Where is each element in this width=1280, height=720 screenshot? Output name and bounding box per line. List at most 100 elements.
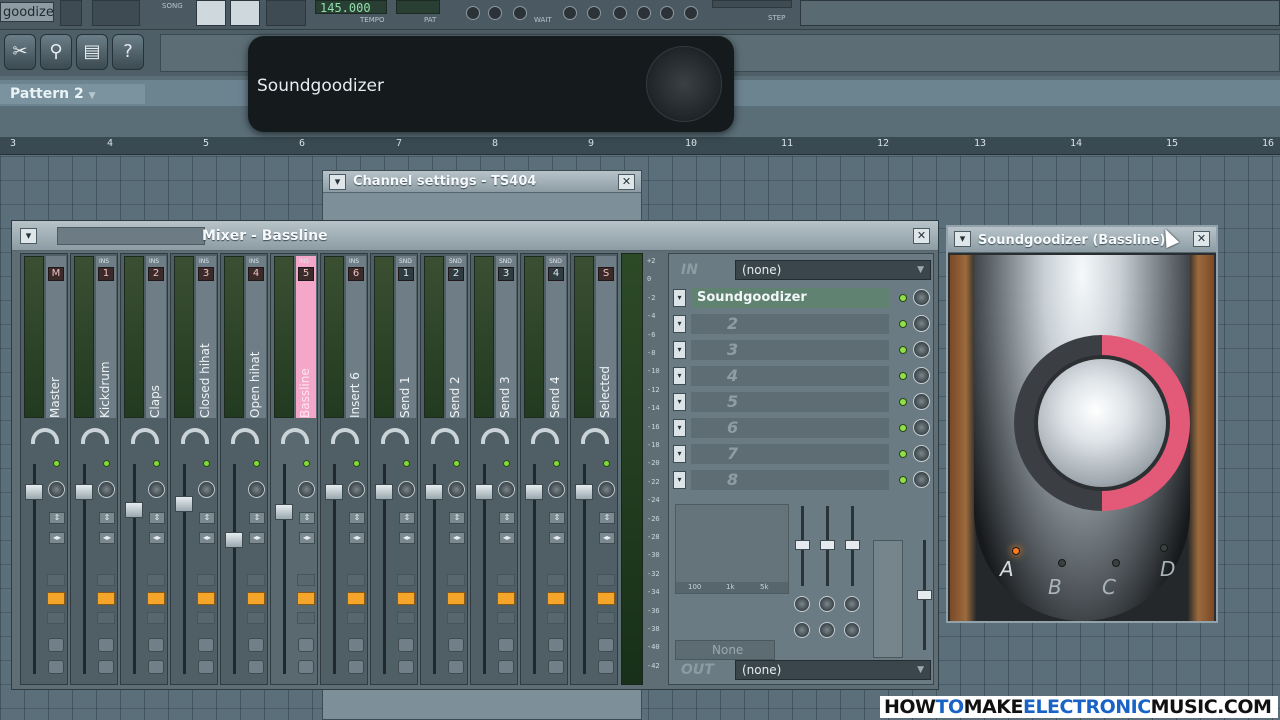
track-name[interactable]: Open hihat	[244, 278, 266, 418]
reverse-polarity-icon[interactable]: ◂▸	[499, 532, 515, 544]
send-slot[interactable]	[547, 574, 565, 586]
fx-slot-name[interactable]: 7	[691, 444, 889, 464]
swap-arrows-icon[interactable]: ⇕	[249, 512, 265, 524]
swap-arrows-icon[interactable]: ⇕	[349, 512, 365, 524]
send-slot[interactable]	[597, 574, 615, 586]
reverse-polarity-icon[interactable]: ◂▸	[349, 532, 365, 544]
pan-knob[interactable]	[531, 428, 559, 444]
slot-mix-knob[interactable]	[913, 315, 930, 332]
fx-indicator[interactable]	[97, 612, 115, 624]
track-enable-led[interactable]	[203, 460, 210, 467]
stereo-separation-knob[interactable]	[598, 481, 615, 498]
close-icon[interactable]: ✕	[913, 228, 930, 244]
fx-slot-name[interactable]: 5	[691, 392, 889, 412]
stereo-separation-knob[interactable]	[148, 481, 165, 498]
swap-arrows-icon[interactable]: ⇕	[399, 512, 415, 524]
send-slot[interactable]	[47, 574, 65, 586]
multilink-icon[interactable]	[613, 6, 627, 20]
fx-indicator[interactable]	[347, 612, 365, 624]
eq-bandwidth-knob[interactable]	[794, 622, 810, 638]
slot-mix-fader[interactable]	[917, 540, 932, 650]
slot-mix-knob[interactable]	[913, 289, 930, 306]
route-indicator[interactable]	[397, 592, 415, 605]
fx-indicator[interactable]	[297, 612, 315, 624]
slot-enable-led[interactable]	[899, 372, 907, 380]
disk-icon[interactable]	[98, 638, 114, 652]
slot-enable-led[interactable]	[899, 450, 907, 458]
swap-arrows-icon[interactable]: ⇕	[599, 512, 615, 524]
disk-icon[interactable]	[148, 638, 164, 652]
step-edit-icon[interactable]	[513, 6, 527, 20]
fx-indicator[interactable]	[497, 612, 515, 624]
track-enable-led[interactable]	[103, 460, 110, 467]
pan-knob[interactable]	[281, 428, 309, 444]
track-enable-led[interactable]	[553, 460, 560, 467]
mixer-track[interactable]: SND 1 Send 1 ⇕ ◂▸	[370, 253, 418, 685]
volume-fader[interactable]	[75, 484, 93, 500]
step-icon[interactable]	[684, 6, 698, 20]
fx-slot-name[interactable]: Soundgoodizer	[691, 288, 889, 308]
record-arm-icon[interactable]	[148, 660, 164, 674]
fx-slot-name[interactable]: 3	[691, 340, 889, 360]
metronome-icon[interactable]	[466, 6, 480, 20]
eq-freq-knob[interactable]	[794, 596, 810, 612]
pan-knob[interactable]	[131, 428, 159, 444]
close-icon[interactable]: ✕	[1193, 231, 1210, 247]
reverse-polarity-icon[interactable]: ◂▸	[399, 532, 415, 544]
search-icon[interactable]: ⚲	[40, 34, 72, 70]
send-slot[interactable]	[297, 574, 315, 586]
reverse-polarity-icon[interactable]: ◂▸	[149, 532, 165, 544]
pan-knob[interactable]	[231, 428, 259, 444]
record-arm-icon[interactable]	[398, 660, 414, 674]
fx-indicator[interactable]	[247, 612, 265, 624]
fx-slot[interactable]: ▾ 4	[671, 364, 933, 388]
window-menu-icon[interactable]: ▾	[329, 174, 346, 190]
slot-menu-icon[interactable]: ▾	[673, 367, 686, 385]
eq-freq-knob[interactable]	[844, 596, 860, 612]
route-indicator[interactable]	[347, 592, 365, 605]
record-arm-icon[interactable]	[248, 660, 264, 674]
track-enable-led[interactable]	[53, 460, 60, 467]
stereo-separation-knob[interactable]	[48, 481, 65, 498]
record-arm-icon[interactable]	[548, 660, 564, 674]
volume-fader[interactable]	[25, 484, 43, 500]
track-enable-led[interactable]	[253, 460, 260, 467]
eq-mid-fader[interactable]	[820, 506, 835, 586]
disk-icon[interactable]	[298, 638, 314, 652]
pan-knob[interactable]	[481, 428, 509, 444]
timeline-ruler[interactable]: 3 4 5 6 7 8 9 10 11 12 13 14 15 16	[0, 137, 1280, 155]
route-indicator[interactable]	[97, 592, 115, 605]
reverse-polarity-icon[interactable]: ◂▸	[249, 532, 265, 544]
countdown-icon[interactable]	[563, 6, 577, 20]
input-select[interactable]: (none) ▼	[735, 260, 931, 280]
send-slot[interactable]	[447, 574, 465, 586]
snap-select[interactable]	[712, 0, 792, 8]
eq-bandwidth-knob[interactable]	[844, 622, 860, 638]
slot-enable-led[interactable]	[899, 294, 907, 302]
swap-arrows-icon[interactable]: ⇕	[149, 512, 165, 524]
stereo-separation-knob[interactable]	[298, 481, 315, 498]
volume-fader[interactable]	[175, 496, 193, 512]
eq-bandwidth-knob[interactable]	[819, 622, 835, 638]
amount-knob[interactable]	[1034, 355, 1170, 491]
fx-slot[interactable]: ▾ Soundgoodizer	[671, 286, 933, 310]
slot-enable-led[interactable]	[899, 476, 907, 484]
mode-c-label[interactable]: C	[1102, 575, 1116, 599]
reverse-polarity-icon[interactable]: ◂▸	[599, 532, 615, 544]
close-icon[interactable]: ✕	[618, 174, 635, 190]
slot-enable-led[interactable]	[899, 424, 907, 432]
route-indicator[interactable]	[597, 592, 615, 605]
fx-slot[interactable]: ▾ 6	[671, 416, 933, 440]
track-name[interactable]: Insert 6	[344, 278, 366, 418]
volume-fader[interactable]	[425, 484, 443, 500]
track-enable-led[interactable]	[453, 460, 460, 467]
fx-indicator[interactable]	[547, 612, 565, 624]
disk-icon[interactable]	[498, 638, 514, 652]
route-indicator[interactable]	[447, 592, 465, 605]
mixer-track[interactable]: M Master ⇕ ◂▸	[20, 253, 68, 685]
track-name[interactable]: Closed hihat	[194, 278, 216, 418]
route-indicator[interactable]	[297, 592, 315, 605]
pan-knob[interactable]	[181, 428, 209, 444]
slot-mix-knob[interactable]	[913, 367, 930, 384]
mixer-track[interactable]: INS 5 Bassline ⇕ ◂▸	[270, 253, 318, 685]
